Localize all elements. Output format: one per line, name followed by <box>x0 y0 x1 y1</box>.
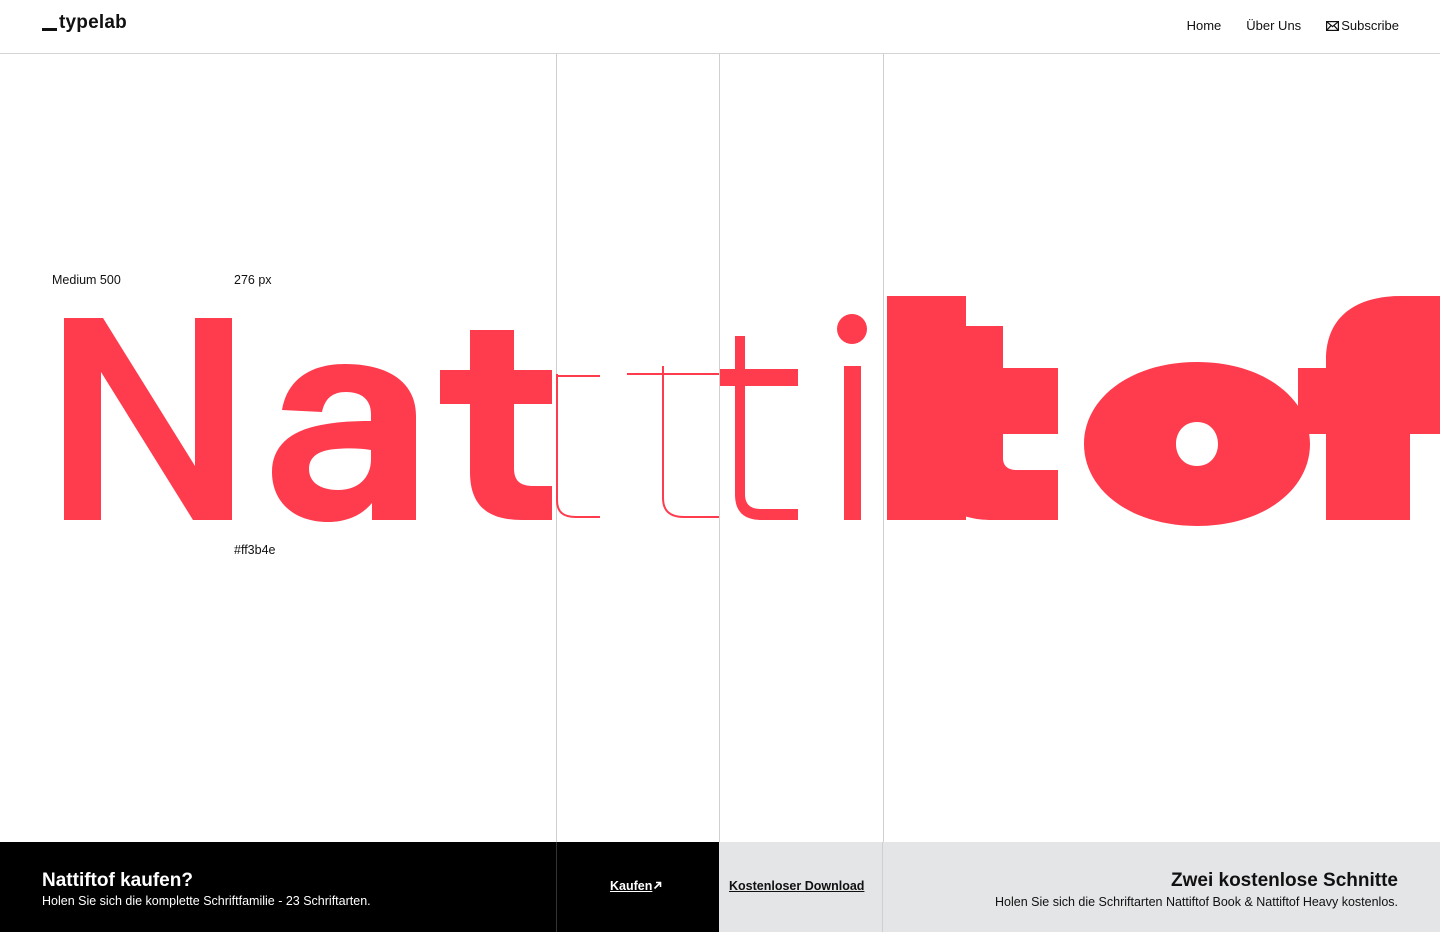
nav-subscribe-link[interactable]: Subscribe <box>1326 18 1399 33</box>
main-nav: Home Über Uns Subscribe <box>1187 18 1399 33</box>
glyph-i-stem <box>844 366 861 520</box>
glyph-t-medium <box>440 330 552 520</box>
specimen-word-nattiftof <box>0 54 1440 842</box>
free-title: Zwei kostenlose Schnitte <box>1171 870 1398 891</box>
purchase-bar: Nattiftof kaufen? Holen Sie sich die kom… <box>0 842 1440 932</box>
glyph-f-heavy-2 <box>1298 296 1440 520</box>
free-download-link[interactable]: Kostenloser Download <box>729 879 864 893</box>
nav-about-link[interactable]: Über Uns <box>1246 18 1301 33</box>
buy-panel: Nattiftof kaufen? Holen Sie sich die kom… <box>0 842 719 932</box>
glyph-i-dot <box>837 314 867 344</box>
glyph-o-heavy <box>1084 362 1310 526</box>
glyph-N <box>64 318 232 520</box>
buy-divider <box>556 842 557 932</box>
subscribe-label: Subscribe <box>1341 18 1399 33</box>
buy-link-label: Kaufen <box>610 879 653 893</box>
logo-underscore-mark <box>42 28 57 31</box>
arrow-up-right-icon <box>654 881 662 890</box>
free-subtitle: Holen Sie sich die Schriftarten Nattifto… <box>995 895 1398 909</box>
logo-text: typelab <box>59 12 127 33</box>
free-divider <box>882 842 883 932</box>
specimen-glyphs <box>64 296 1440 526</box>
glyph-t-thin-2 <box>627 366 719 518</box>
buy-title: Nattiftof kaufen? <box>42 870 193 891</box>
glyph-t-thin-1 <box>556 374 600 518</box>
buy-link[interactable]: Kaufen <box>610 879 662 893</box>
mail-icon <box>1326 20 1340 31</box>
typelab-logo[interactable]: typelab <box>42 12 127 34</box>
glyph-t-book <box>720 336 798 520</box>
buy-subtitle: Holen Sie sich die komplette Schriftfami… <box>42 894 371 908</box>
glyph-a <box>272 364 416 522</box>
glyph-t-heavy <box>929 326 1058 520</box>
free-panel: Kostenloser Download Zwei kostenlose Sch… <box>719 842 1440 932</box>
nav-home-link[interactable]: Home <box>1187 18 1222 33</box>
site-header: typelab Home Über Uns Subscribe <box>0 0 1440 54</box>
